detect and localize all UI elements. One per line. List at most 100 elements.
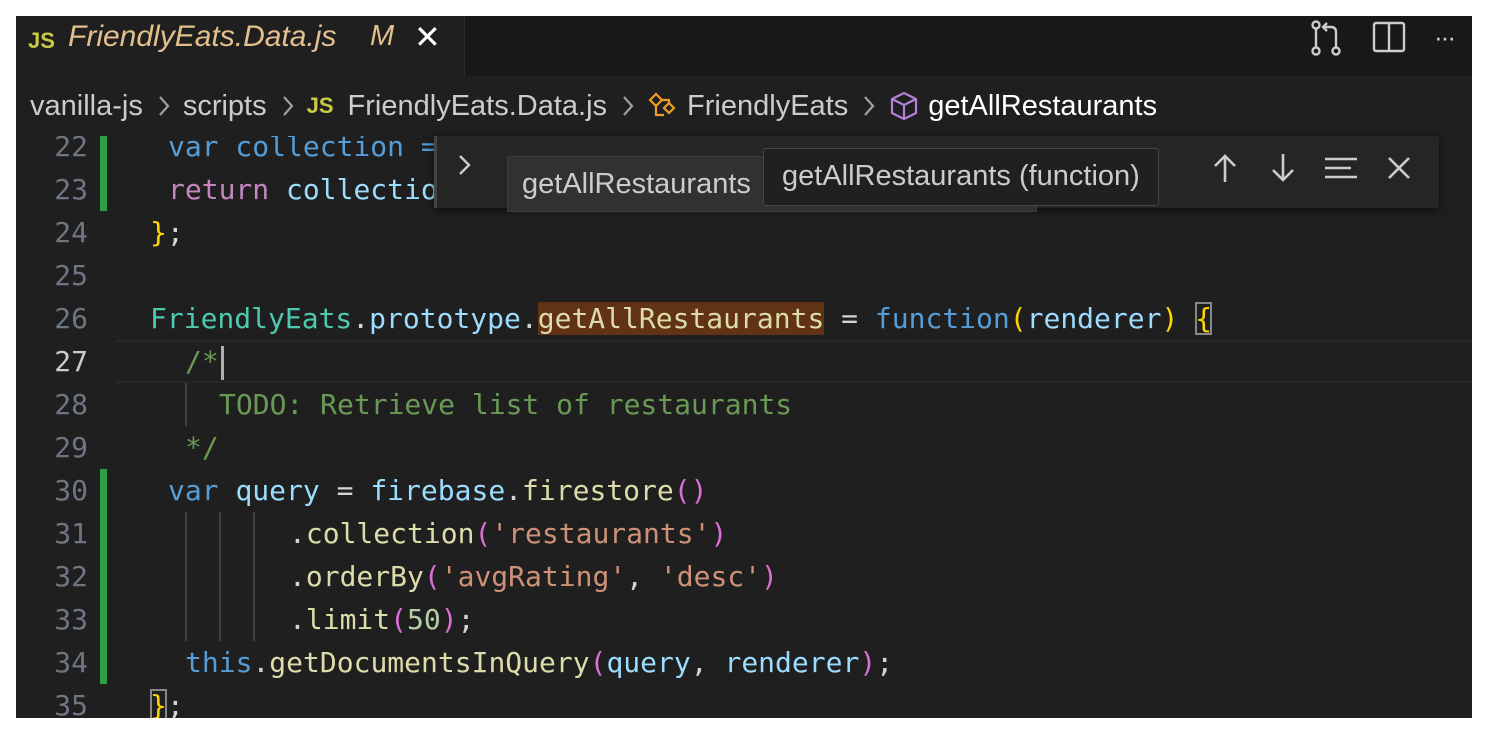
code-token: .	[289, 603, 306, 636]
breadcrumb-folder-scripts[interactable]: scripts	[183, 90, 267, 123]
code-token: 50	[407, 603, 441, 636]
code-editor[interactable]: 22 var collection = 23 return collectio …	[16, 136, 1472, 718]
line-number: 35	[54, 689, 88, 718]
code-line: 26 FriendlyEats.prototype.getAllRestaura…	[16, 297, 1472, 340]
indent-guide	[253, 598, 255, 641]
chevron-right-icon	[282, 96, 294, 116]
toggle-replace-chevron-icon[interactable]	[447, 150, 483, 190]
code-token: )	[710, 517, 728, 550]
more-actions-icon[interactable]: ···	[1434, 22, 1472, 62]
line-number: 28	[54, 388, 88, 421]
code-token: .	[252, 646, 270, 679]
line-number: 33	[54, 603, 88, 636]
modified-gutter-indicator	[100, 136, 107, 168]
tab-bar: JS FriendlyEats.Data.js M ✕ ···	[16, 16, 1472, 76]
code-token: 'restaurants'	[491, 517, 711, 550]
previous-match-icon[interactable]	[1205, 150, 1245, 194]
code-token: (	[423, 560, 441, 593]
code-token: */	[185, 431, 219, 464]
code-token: /*	[185, 345, 219, 378]
code-token: collectio	[286, 173, 438, 206]
code-line: 30 var query = firebase.firestore()	[16, 469, 1472, 512]
chevron-right-icon	[623, 96, 634, 116]
code-token: .	[289, 517, 306, 550]
code-token: .	[505, 474, 523, 507]
code-token: firebase	[370, 474, 506, 507]
code-token: }	[150, 216, 167, 249]
breadcrumb-class[interactable]: FriendlyEats	[687, 90, 848, 123]
code-token: renderer	[724, 646, 860, 679]
modified-indicator: M	[370, 20, 395, 52]
code-token: ()	[673, 474, 708, 507]
code-token: var collection =	[168, 136, 438, 163]
code-text: .collection('restaurants')	[289, 512, 727, 555]
code-token: 'avgRating'	[440, 560, 627, 593]
editor-window: JS FriendlyEats.Data.js M ✕ ··· vanilla-…	[16, 16, 1472, 718]
code-token: (	[474, 517, 492, 550]
modified-gutter-indicator	[100, 641, 107, 684]
indent-guide	[185, 383, 187, 426]
indent-guide	[219, 555, 221, 598]
modified-gutter-indicator	[100, 512, 107, 555]
code-text: /*	[185, 340, 224, 383]
line-number: 27	[54, 345, 88, 378]
tooltip: getAllRestaurants (function)	[763, 148, 1159, 206]
breadcrumb-file[interactable]: FriendlyEats.Data.js	[348, 90, 608, 123]
code-token: (	[589, 646, 607, 679]
text-cursor	[220, 346, 224, 380]
code-token: .	[520, 302, 538, 335]
line-number: 23	[54, 173, 88, 206]
code-line: 32 .orderBy('avgRating', 'desc')	[16, 555, 1472, 598]
code-text: TODO: Retrieve list of restaurants	[219, 383, 792, 426]
close-tab-icon[interactable]: ✕	[414, 18, 441, 56]
code-text: return collectio	[168, 168, 438, 211]
line-number: 24	[54, 216, 88, 249]
line-number: 29	[54, 431, 88, 464]
code-token: ;	[166, 689, 184, 718]
open-changes-icon[interactable]	[1306, 18, 1346, 58]
next-match-icon[interactable]	[1263, 150, 1303, 194]
code-text: this.getDocumentsInQuery(query, renderer…	[185, 641, 893, 684]
modified-gutter-indicator	[100, 168, 107, 211]
code-token: ,	[690, 646, 725, 679]
indent-guide	[253, 555, 255, 598]
close-find-icon[interactable]	[1379, 150, 1419, 194]
code-token: .	[289, 560, 306, 593]
indent-guide	[185, 555, 187, 598]
code-text: };	[150, 211, 184, 254]
class-symbol-icon	[648, 92, 676, 117]
code-token: =	[824, 302, 875, 335]
breadcrumb-method[interactable]: getAllRestaurants	[928, 90, 1157, 123]
find-widget: getAllRestaurants getAllRestaurants (fun…	[434, 136, 1439, 212]
code-token: ;	[876, 646, 894, 679]
indent-guide	[185, 598, 187, 641]
javascript-file-icon: JS	[306, 93, 334, 118]
code-text: */	[185, 426, 219, 469]
code-token: this	[185, 646, 253, 679]
split-editor-icon[interactable]	[1370, 18, 1410, 58]
breadcrumb-folder-vanilla-js[interactable]: vanilla-js	[30, 90, 143, 123]
find-in-selection-icon[interactable]	[1321, 150, 1361, 194]
code-text: .orderBy('avgRating', 'desc')	[289, 555, 778, 598]
indent-guide	[219, 598, 221, 641]
code-line: 27 /*	[16, 340, 1472, 383]
chevron-right-icon	[864, 96, 875, 116]
code-line: 29 */	[16, 426, 1472, 469]
code-line: 31 .collection('restaurants')	[16, 512, 1472, 555]
method-symbol-icon	[891, 91, 918, 121]
line-number: 31	[54, 517, 88, 550]
code-token: limit	[305, 603, 391, 636]
code-token: =	[319, 474, 371, 507]
chevron-right-icon	[159, 96, 170, 116]
code-token: (	[1009, 302, 1027, 335]
tab-friendlyeats-data-js[interactable]: JS FriendlyEats.Data.js M ✕	[16, 16, 465, 76]
code-token: ,	[626, 560, 660, 593]
code-line: 25	[16, 254, 1472, 297]
code-text: var query = firebase.firestore()	[168, 469, 707, 512]
indent-guide	[253, 512, 255, 555]
tab-filename: FriendlyEats.Data.js	[68, 20, 337, 53]
code-token: query	[606, 646, 691, 679]
indent-guide	[219, 512, 221, 555]
code-token: var	[168, 474, 219, 507]
code-token: getDocumentsInQuery	[269, 646, 590, 679]
